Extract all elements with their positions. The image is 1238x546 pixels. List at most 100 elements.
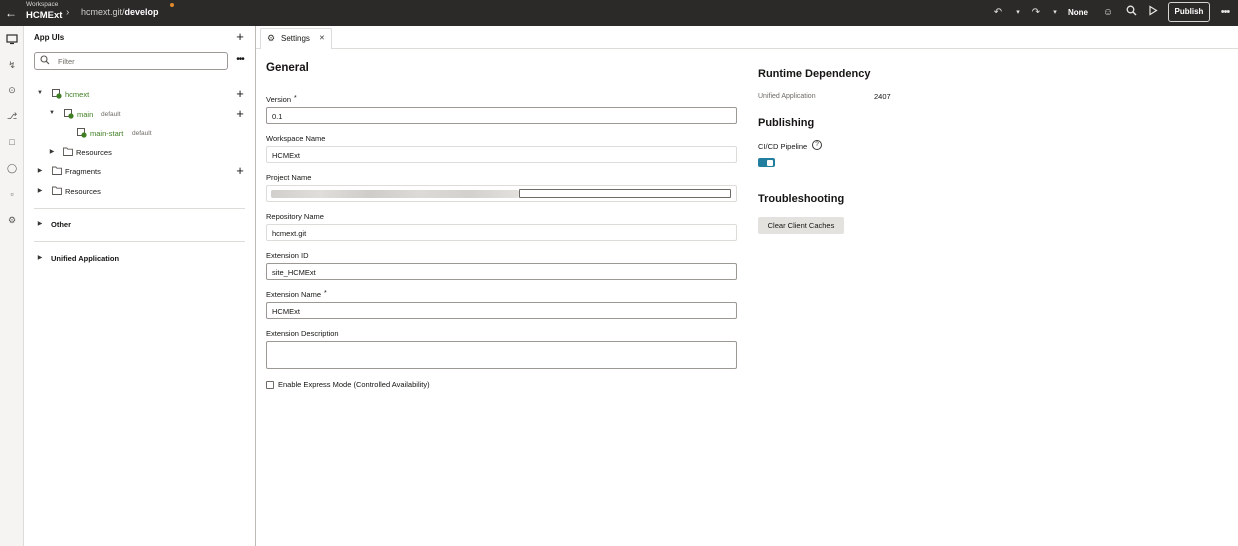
tree-label-hcmext: hcmext (65, 90, 90, 99)
redo-dropdown-icon[interactable]: ▾ (1051, 5, 1059, 20)
required-marker: * (294, 95, 297, 102)
undo-icon[interactable]: ↶ (992, 5, 1004, 20)
preview-target-select[interactable]: None (1064, 5, 1092, 20)
unsaved-changes-indicator (170, 3, 174, 7)
version-label: Version * (266, 95, 297, 104)
navigator-title: App UIs (34, 33, 65, 42)
folder-icon (52, 186, 62, 196)
runtime-dependency-value[interactable]: 2407 (874, 92, 891, 101)
search-icon[interactable] (1124, 5, 1138, 20)
express-mode-label[interactable]: Enable Express Mode (Controlled Availabi… (278, 380, 430, 389)
extension-id-label: Extension ID (266, 251, 309, 260)
caret-right-icon[interactable]: ▶ (36, 254, 44, 261)
runtime-dependency-key: Unified Application (758, 93, 816, 100)
play-icon[interactable] (1146, 5, 1160, 20)
required-marker: * (324, 290, 327, 297)
search-icon (40, 55, 50, 67)
tree-item-main[interactable]: ▼ main default + (24, 106, 256, 124)
workspace-name-field[interactable]: HCMExt (266, 146, 737, 163)
tree-label-fragments: Fragments (65, 167, 101, 176)
section-unified-application[interactable]: ▶ Unified Application (24, 250, 256, 268)
extension-description-field[interactable] (266, 341, 737, 369)
branch-name: develop (124, 7, 159, 17)
chevron-right-icon: › (66, 7, 70, 18)
processes-icon[interactable]: ⎇ (5, 109, 19, 123)
repo-branch[interactable]: hcmext.git/develop (81, 7, 159, 17)
caret-down-icon[interactable]: ▼ (36, 90, 44, 96)
section-label-other: Other (51, 220, 72, 229)
tree-label-main: main (77, 110, 94, 119)
section-heading-troubleshooting: Troubleshooting (758, 193, 845, 205)
page-icon (77, 128, 87, 138)
caret-right-icon[interactable]: ▶ (36, 187, 44, 194)
add-fragment-button[interactable]: + (233, 164, 247, 178)
redo-icon[interactable]: ↷ (1030, 5, 1042, 20)
workspace-name[interactable]: HCMExt (26, 10, 62, 21)
app-uis-navigator: App UIs + Filter ••• ▼ hcmext + ▼ main d… (24, 26, 256, 546)
cicd-pipeline-toggle[interactable] (758, 158, 775, 167)
extension-name-field[interactable]: HCMExt (266, 302, 737, 319)
close-icon[interactable]: ✕ (319, 34, 325, 42)
redacted-value (271, 190, 519, 198)
emoji-icon[interactable]: ☺ (1101, 5, 1115, 20)
express-mode-checkbox[interactable] (266, 381, 274, 389)
cicd-pipeline-label: CI/CD Pipeline (758, 142, 808, 151)
tree-item-hcmext[interactable]: ▼ hcmext + (24, 86, 256, 104)
web-apps-icon[interactable]: ◯ (5, 161, 19, 175)
project-name-label: Project Name (266, 173, 312, 182)
section-other[interactable]: ▶ Other (24, 216, 256, 234)
caret-right-icon[interactable]: ▶ (36, 220, 44, 227)
more-icon[interactable]: ••• (1218, 5, 1232, 20)
left-rail: ↯ ⊙ ⎇ □ ◯ ▫ ⚙ (0, 26, 24, 546)
caret-right-icon[interactable]: ▶ (48, 148, 56, 155)
clear-client-caches-button[interactable]: Clear Client Caches (758, 217, 844, 234)
project-name-inner-box (519, 189, 731, 198)
extension-name-value: HCMExt (272, 307, 300, 316)
caret-down-icon[interactable]: ▼ (48, 110, 56, 116)
back-arrow-icon[interactable]: ← (4, 6, 18, 20)
project-name-field[interactable] (266, 185, 737, 202)
events-icon[interactable]: ↯ (5, 58, 19, 72)
app-uis-icon[interactable] (5, 33, 19, 47)
divider (34, 208, 245, 209)
workspace-name-value: HCMExt (272, 151, 300, 160)
filter-input[interactable]: Filter (34, 52, 228, 70)
layouts-icon[interactable]: □ (5, 135, 19, 149)
help-icon[interactable]: ? (812, 140, 822, 150)
section-heading-publishing: Publishing (758, 117, 815, 129)
services-icon[interactable]: ⊙ (5, 83, 19, 97)
version-field[interactable]: 0.1 (266, 107, 737, 124)
source-icon[interactable]: ▫ (5, 187, 19, 201)
filter-placeholder: Filter (58, 57, 75, 66)
section-heading-runtime-dependency: Runtime Dependency (758, 68, 871, 80)
tree-item-fragments[interactable]: ▶ Fragments + (24, 163, 256, 181)
more-icon[interactable]: ••• (233, 54, 247, 66)
add-child-button[interactable]: + (233, 107, 247, 121)
add-app-ui-button[interactable]: + (233, 30, 247, 44)
app-ui-icon (52, 89, 62, 99)
extension-name-label: Extension Name * (266, 290, 327, 299)
repository-name-value: hcmext.git (272, 229, 307, 238)
components-icon[interactable]: ⚙ (5, 213, 19, 227)
caret-right-icon[interactable]: ▶ (36, 167, 44, 174)
tree-label-resources: Resources (65, 187, 101, 196)
editor-tab-bar: ⚙ Settings ✕ (256, 26, 1238, 49)
workspace-label: Workspace (26, 1, 59, 8)
workspace-name-label: Workspace Name (266, 134, 326, 143)
add-child-button[interactable]: + (233, 87, 247, 101)
gear-icon: ⚙ (267, 33, 276, 43)
app-header: ← Workspace HCMExt › hcmext.git/develop … (0, 0, 1238, 26)
repository-name-field[interactable]: hcmext.git (266, 224, 737, 241)
section-label-unified-application: Unified Application (51, 254, 120, 263)
tree-item-resources-inner[interactable]: ▶ Resources (24, 144, 256, 162)
section-heading-general: General (266, 62, 309, 74)
extension-id-field[interactable]: site_HCMExt (266, 263, 737, 280)
repository-name-label: Repository Name (266, 212, 324, 221)
tab-settings[interactable]: ⚙ Settings ✕ (260, 28, 332, 49)
toggle-knob (767, 159, 773, 166)
undo-dropdown-icon[interactable]: ▾ (1014, 5, 1022, 20)
tree-item-resources-outer[interactable]: ▶ Resources (24, 183, 256, 201)
publish-button[interactable]: Publish (1168, 2, 1210, 22)
folder-icon (52, 166, 62, 176)
tree-item-main-start[interactable]: main-start default (24, 125, 256, 143)
